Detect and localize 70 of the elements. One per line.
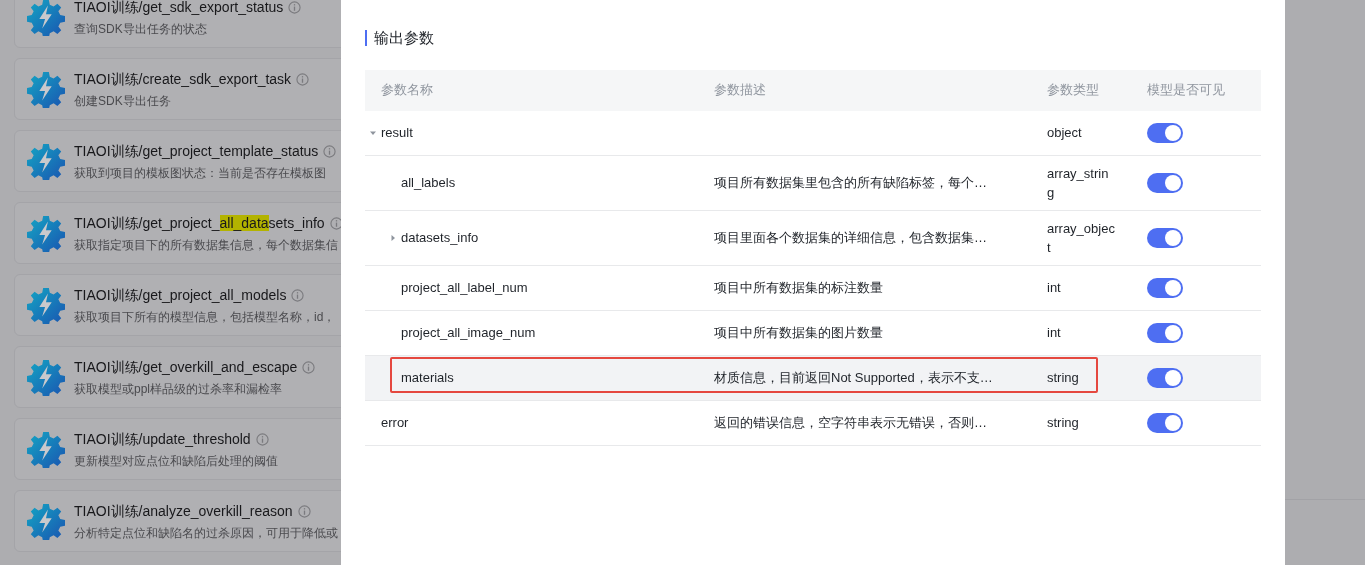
parameter-name: project_all_image_num xyxy=(401,323,536,342)
tool-description: 获取指定项目下的所有数据集信息，每个数据集信 xyxy=(74,236,339,254)
gear-bolt-icon xyxy=(27,214,65,252)
toggle-switch[interactable] xyxy=(1147,122,1183,143)
toggle-switch[interactable] xyxy=(1147,322,1183,343)
parameter-description: 项目所有数据集里包含的所有缺陷标签，每个… xyxy=(714,174,987,190)
gear-bolt-icon xyxy=(27,358,65,396)
tool-description: 获取到项目的模板图状态：当前是否存在模板图 xyxy=(74,164,327,182)
section-title: 输出参数 xyxy=(374,28,434,48)
parameter-type: int xyxy=(1047,324,1062,342)
tool-card[interactable]: TIAOI训练/update_threshold 更新模型对应点位和缺陷后处理的阈值 xyxy=(14,418,341,480)
toggle-switch[interactable] xyxy=(1147,227,1183,248)
info-icon[interactable] xyxy=(296,72,310,86)
parameter-type: array_string xyxy=(1047,164,1110,202)
tool-card[interactable]: TIAOI训练/get_project_template_status 获取到项目的模板图状态：当前是否存在模板图 xyxy=(14,130,341,192)
parameter-description: 返回的错误信息，空字符串表示无错误，否则… xyxy=(714,414,987,430)
tool-card[interactable]: TIAOI训练/get_overkill_and_escape 获取模型或ppl样品级的过杀率和漏检率 xyxy=(14,346,341,408)
info-icon[interactable] xyxy=(302,360,316,374)
parameter-type: string xyxy=(1047,369,1080,387)
parameter-name: error xyxy=(381,413,409,432)
caret-right-icon[interactable] xyxy=(389,233,397,242)
toggle-switch[interactable] xyxy=(1147,412,1183,433)
gear-bolt-icon xyxy=(27,0,65,36)
tool-description: 创建SDK导出任务 xyxy=(74,92,172,110)
parameter-name: all_labels xyxy=(401,173,456,192)
parameter-name: materials xyxy=(401,368,454,387)
info-icon[interactable] xyxy=(288,0,302,14)
toggle-switch[interactable] xyxy=(1147,172,1183,193)
tool-description: 更新模型对应点位和缺陷后处理的阈值 xyxy=(74,452,278,470)
column-header: 模型是否可见 xyxy=(1146,81,1226,100)
gear-bolt-icon xyxy=(27,70,65,108)
tool-card[interactable]: TIAOI训练/get_project_all_models 获取项目下所有的模型信息，包括模型名称，id， xyxy=(14,274,341,336)
info-icon[interactable] xyxy=(255,432,269,446)
parameter-description: 项目里面各个数据集的详细信息，包含数据集… xyxy=(714,229,987,245)
tool-title: TIAOI训练/analyze_overkill_reason xyxy=(74,501,293,521)
tool-description: 查询SDK导出任务的状态 xyxy=(74,20,208,38)
tool-card[interactable]: TIAOI训练/analyze_overkill_reason 分析特定点位和缺陷名的过杀原因，可用于降低或 xyxy=(14,490,341,552)
tool-title: TIAOI训练/get_sdk_export_status xyxy=(74,0,284,17)
toggle-switch[interactable] xyxy=(1147,367,1183,388)
tool-card[interactable]: TIAOI训练/get_sdk_export_status 查询SDK导出任务的状态 xyxy=(14,0,341,48)
parameter-type: array_object xyxy=(1047,219,1115,257)
tool-title: TIAOI训练/get_project_all_models xyxy=(74,285,287,305)
gear-bolt-icon xyxy=(27,142,65,180)
parameter-type: string xyxy=(1047,414,1080,432)
info-icon[interactable] xyxy=(291,288,305,302)
tool-title: TIAOI训练/create_sdk_export_task xyxy=(74,69,292,89)
tool-description: 获取模型或ppl样品级的过杀率和漏检率 xyxy=(74,380,283,398)
gear-bolt-icon xyxy=(27,286,65,324)
parameter-description: 项目中所有数据集的图片数量 xyxy=(714,324,883,340)
column-header: 参数名称 xyxy=(380,81,434,100)
info-icon[interactable] xyxy=(323,144,337,158)
tool-description: 获取项目下所有的模型信息，包括模型名称，id， xyxy=(74,308,336,326)
column-header: 参数类型 xyxy=(1046,81,1100,100)
parameter-name: project_all_label_num xyxy=(401,278,528,297)
tool-card[interactable]: TIAOI训练/create_sdk_export_task 创建SDK导出任务 xyxy=(14,58,341,120)
toggle-switch[interactable] xyxy=(1147,277,1183,298)
column-header: 参数描述 xyxy=(713,81,767,100)
gear-bolt-icon xyxy=(27,502,65,540)
tool-title: TIAOI训练/get_overkill_and_escape xyxy=(74,357,298,377)
tool-description: 分析特定点位和缺陷名的过杀原因，可用于降低或 xyxy=(74,524,338,542)
info-icon[interactable] xyxy=(297,504,311,518)
parameter-description: 材质信息，目前返回Not Supported，表示不支… xyxy=(714,369,993,385)
tool-title: TIAOI训练/get_project_template_status xyxy=(74,141,319,161)
parameter-type: object xyxy=(1047,124,1083,142)
parameter-name: result xyxy=(381,123,413,142)
parameter-type: int xyxy=(1047,279,1062,297)
parameter-description: 项目中所有数据集的标注数量 xyxy=(714,279,883,295)
tool-title: TIAOI训练/update_threshold xyxy=(74,429,251,449)
parameter-name: datasets_info xyxy=(401,228,479,247)
gear-bolt-icon xyxy=(27,430,65,468)
